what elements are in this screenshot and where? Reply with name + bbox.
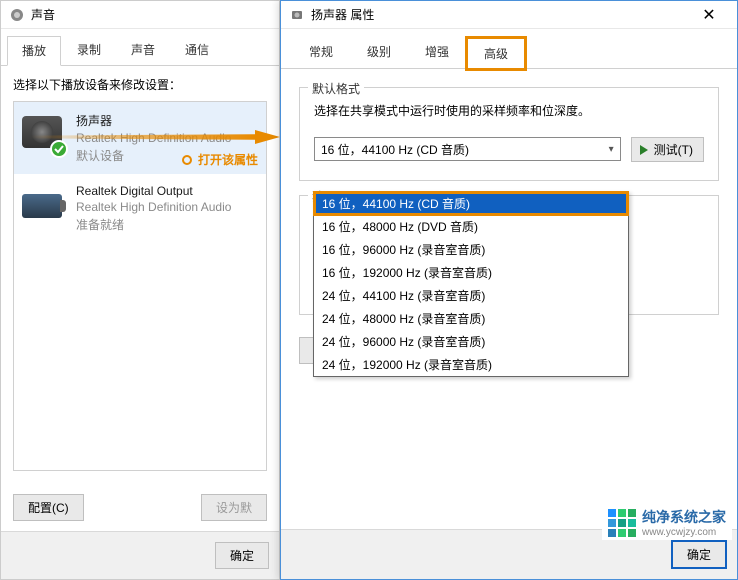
speaker-titlebar-icon <box>289 7 305 23</box>
watermark: 纯净系统之家 www.ycwjzy.com <box>602 505 732 540</box>
dropdown-option[interactable]: 24 位，48000 Hz (录音室音质) <box>314 307 628 330</box>
format-row: 16 位，44100 Hz (CD 音质) ▾ 测试(T) <box>314 137 704 162</box>
properties-window: 扬声器 属性 ✕ 常规 级别 增强 高级 默认格式 选择在共享模式中运行时使用的… <box>280 0 738 580</box>
device-sub: Realtek High Definition Audio <box>76 131 231 145</box>
digital-device-icon <box>22 184 66 228</box>
properties-tabs: 常规 级别 增强 高级 <box>281 29 737 69</box>
device-name: 扬声器 <box>76 112 231 129</box>
chevron-down-icon: ▾ <box>609 144 614 155</box>
dropdown-option[interactable]: 16 位，48000 Hz (DVD 音质) <box>314 215 628 238</box>
configure-button[interactable]: 配置(C) <box>13 494 84 521</box>
sound-ok-button[interactable]: 确定 <box>215 542 269 569</box>
device-item-speakers[interactable]: 扬声器 Realtek High Definition Audio 默认设备 打… <box>14 102 266 174</box>
default-format-legend: 默认格式 <box>308 80 364 97</box>
sound-icon <box>9 7 25 23</box>
device-status: 准备就绪 <box>76 216 231 233</box>
watermark-title: 纯净系统之家 <box>642 507 726 527</box>
callout-annotation: 打开该属性 <box>182 151 258 168</box>
device-name: Realtek Digital Output <box>76 184 231 198</box>
tab-playback[interactable]: 播放 <box>7 36 61 66</box>
speaker-device-icon <box>22 112 66 156</box>
tab-recording[interactable]: 录制 <box>63 36 115 66</box>
device-sub: Realtek High Definition Audio <box>76 200 231 214</box>
properties-titlebar: 扬声器 属性 ✕ <box>281 1 737 29</box>
sound-title: 声音 <box>31 6 55 23</box>
sound-window: 声音 播放 录制 声音 通信 选择以下播放设备来修改设置： 扬声器 Realte… <box>0 0 280 580</box>
sound-bottom-row: 配置(C) 设为默 <box>13 494 267 521</box>
default-format-desc: 选择在共享模式中运行时使用的采样频率和位深度。 <box>314 102 704 119</box>
dropdown-option[interactable]: 24 位，192000 Hz (录音室音质) <box>314 353 628 376</box>
playback-instruction: 选择以下播放设备来修改设置： <box>13 76 267 93</box>
tab-communications[interactable]: 通信 <box>171 36 223 66</box>
dropdown-option[interactable]: 16 位，44100 Hz (CD 音质) <box>314 192 628 215</box>
watermark-text: 纯净系统之家 www.ycwjzy.com <box>642 507 726 538</box>
dropdown-option[interactable]: 16 位，192000 Hz (录音室音质) <box>314 261 628 284</box>
sound-body: 选择以下播放设备来修改设置： 扬声器 Realtek High Definiti… <box>1 66 279 481</box>
default-check-icon <box>50 140 68 158</box>
dropdown-option[interactable]: 24 位，44100 Hz (录音室音质) <box>314 284 628 307</box>
sound-footer: 确定 <box>1 531 279 579</box>
test-button[interactable]: 测试(T) <box>631 137 704 162</box>
properties-title: 扬声器 属性 <box>311 6 374 23</box>
play-icon <box>640 145 648 155</box>
tab-sounds[interactable]: 声音 <box>117 36 169 66</box>
dropdown-option[interactable]: 24 位，96000 Hz (录音室音质) <box>314 330 628 353</box>
watermark-logo-icon <box>608 509 636 537</box>
format-combo-value: 16 位，44100 Hz (CD 音质) <box>321 141 469 158</box>
properties-ok-button[interactable]: 确定 <box>671 540 727 569</box>
callout-text: 打开该属性 <box>198 151 258 168</box>
sound-tabs: 播放 录制 声音 通信 <box>1 29 279 66</box>
close-button[interactable]: ✕ <box>689 5 729 25</box>
callout-bullet-icon <box>182 155 192 165</box>
device-text: Realtek Digital Output Realtek High Defi… <box>76 184 231 233</box>
device-item-digital[interactable]: Realtek Digital Output Realtek High Defi… <box>14 174 266 243</box>
watermark-url: www.ycwjzy.com <box>642 527 726 538</box>
test-button-label: 测试(T) <box>654 141 693 158</box>
format-dropdown[interactable]: 16 位，44100 Hz (CD 音质) 16 位，48000 Hz (DVD… <box>313 191 629 377</box>
tab-enhancements[interactable]: 增强 <box>409 37 465 68</box>
sound-titlebar: 声音 <box>1 1 279 29</box>
set-default-button[interactable]: 设为默 <box>201 494 267 521</box>
format-combobox[interactable]: 16 位，44100 Hz (CD 音质) ▾ <box>314 137 621 161</box>
tab-general[interactable]: 常规 <box>293 37 349 68</box>
tab-levels[interactable]: 级别 <box>351 37 407 68</box>
default-format-group: 默认格式 选择在共享模式中运行时使用的采样频率和位深度。 16 位，44100 … <box>299 87 719 181</box>
device-list: 扬声器 Realtek High Definition Audio 默认设备 打… <box>13 101 267 471</box>
dropdown-option[interactable]: 16 位，96000 Hz (录音室音质) <box>314 238 628 261</box>
tab-advanced[interactable]: 高级 <box>467 38 525 69</box>
